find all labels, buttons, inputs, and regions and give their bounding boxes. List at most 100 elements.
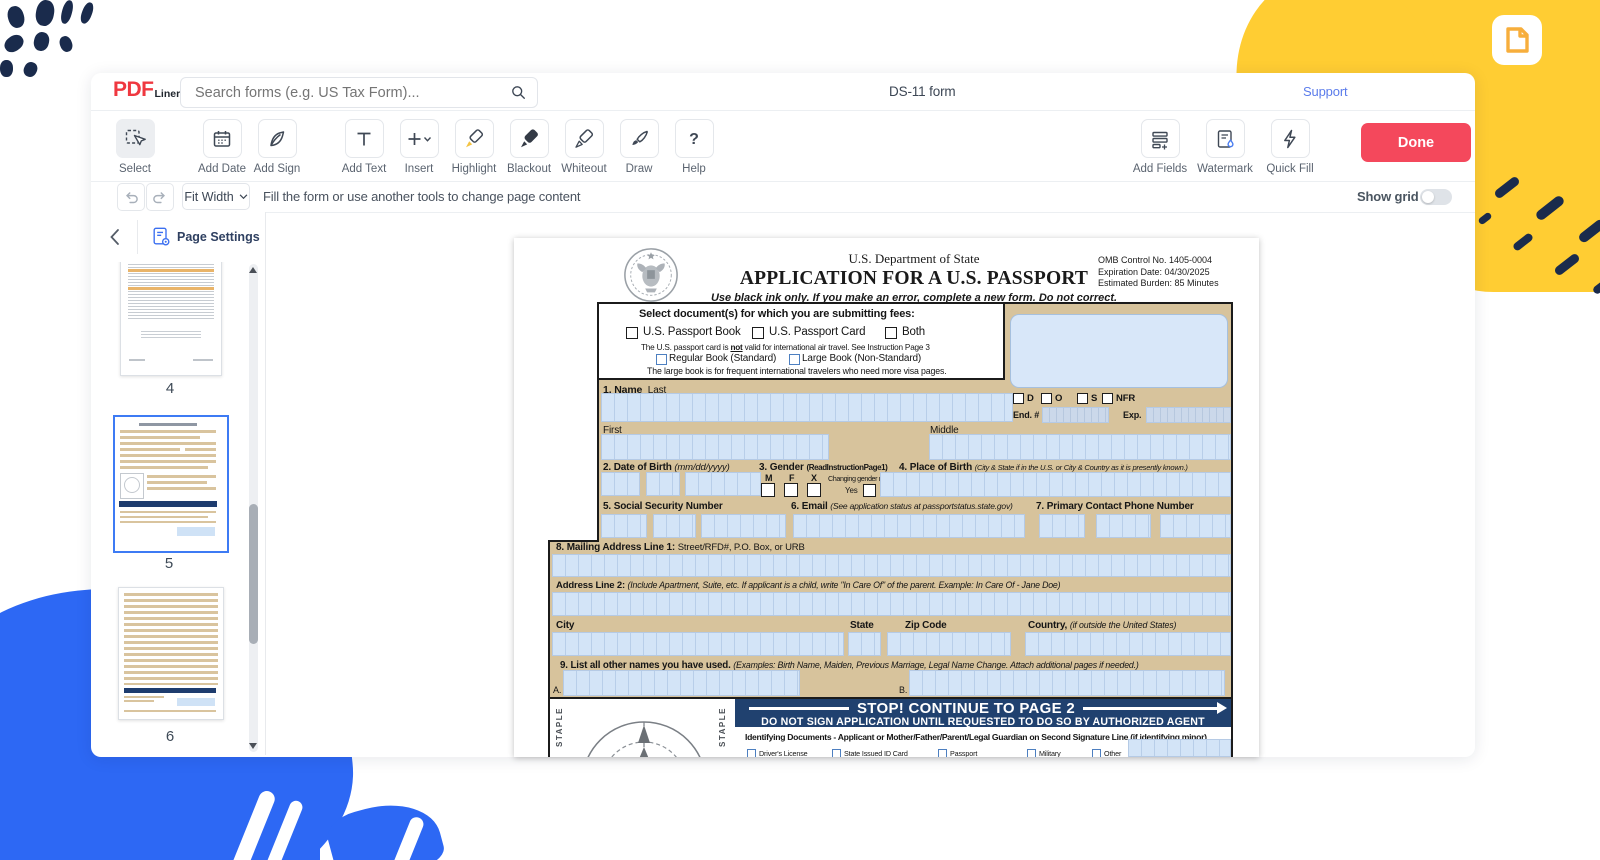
back-chevron-icon[interactable] <box>108 227 121 247</box>
pdfliner-logo[interactable]: PDF Liner <box>113 80 180 100</box>
photo-fill-field[interactable] <box>1010 314 1228 388</box>
name-first-field[interactable] <box>601 434 829 460</box>
dob-day-field[interactable] <box>646 472 680 496</box>
state-id-checkbox[interactable] <box>832 749 841 757</box>
ssn-field-1[interactable] <box>601 514 647 538</box>
undo-button[interactable] <box>117 183 145 211</box>
draw-brush-icon <box>627 127 651 151</box>
other-name-b-field[interactable] <box>909 670 1225 696</box>
sidebar-scrollbar[interactable] <box>249 264 258 752</box>
tool-add-text[interactable]: Add Text <box>337 119 391 175</box>
email-field[interactable] <box>793 514 1025 538</box>
large-book-checkbox[interactable] <box>789 354 800 365</box>
regular-book-checkbox[interactable] <box>656 354 667 365</box>
tool-add-sign[interactable]: Add Sign <box>250 119 304 175</box>
passport-id-checkbox[interactable] <box>938 749 947 757</box>
name-last-field[interactable] <box>601 393 1013 422</box>
phone-field-3[interactable] <box>1160 514 1231 538</box>
document-page: U.S. Department of State APPLICATION FOR… <box>514 238 1259 757</box>
place-of-birth-field[interactable] <box>880 472 1231 497</box>
military-checkbox[interactable] <box>1027 749 1036 757</box>
changing-marker-yes-checkbox[interactable] <box>863 484 876 497</box>
passport-book-checkbox[interactable] <box>626 327 638 339</box>
nfr-checkbox[interactable] <box>1102 393 1113 404</box>
scrollbar-thumb[interactable] <box>249 504 258 644</box>
other-id-checkbox[interactable] <box>1092 749 1101 757</box>
zoom-select[interactable]: Fit Width <box>182 183 250 210</box>
gender-f-checkbox[interactable] <box>784 483 798 497</box>
state-label: State <box>850 620 874 631</box>
tool-add-fields[interactable]: Add Fields <box>1130 119 1190 175</box>
watermark-icon <box>1213 127 1237 151</box>
scroll-down-arrow[interactable] <box>249 743 257 749</box>
tool-whiteout[interactable]: Whiteout <box>557 119 611 175</box>
fee-selection-box: Select document(s) for which you are sub… <box>599 304 1005 380</box>
insert-plus-icon <box>405 127 433 151</box>
name-middle-field[interactable] <box>929 434 1231 460</box>
state-field[interactable] <box>848 632 881 656</box>
phone-field-1[interactable] <box>1039 514 1085 538</box>
tool-label: Add Fields <box>1133 163 1187 175</box>
s-checkbox[interactable] <box>1077 393 1088 404</box>
tool-label: Draw <box>626 163 653 175</box>
zip-field[interactable] <box>887 632 1011 656</box>
passport-card-checkbox[interactable] <box>752 327 764 339</box>
drivers-license-checkbox[interactable] <box>747 749 756 757</box>
page-thumbnail-4[interactable] <box>120 250 222 376</box>
exp-field[interactable] <box>1146 407 1231 423</box>
d-checkbox[interactable] <box>1013 393 1024 404</box>
o-checkbox[interactable] <box>1041 393 1052 404</box>
tool-label: Select <box>119 163 151 175</box>
tool-highlight[interactable]: Highlight <box>447 119 501 175</box>
tool-watermark[interactable]: Watermark <box>1195 119 1255 175</box>
both-checkbox[interactable] <box>885 327 897 339</box>
page-thumbnail-5[interactable] <box>113 415 229 553</box>
s3-label: 3. Gender (ReadInstructionPage1) <box>759 462 887 473</box>
tool-label: Watermark <box>1197 163 1253 175</box>
tool-label: Quick Fill <box>1266 163 1313 175</box>
gender-m-label: M <box>765 473 772 483</box>
banner-arrow <box>1217 702 1227 714</box>
end-label: End. # <box>1013 410 1039 420</box>
tool-blackout[interactable]: Blackout <box>502 119 556 175</box>
s9-b-label: B. <box>899 685 907 695</box>
dob-year-field[interactable] <box>685 472 761 496</box>
search-icon[interactable] <box>510 84 527 101</box>
page-thumbnail-6[interactable] <box>118 587 224 720</box>
scroll-up-arrow[interactable] <box>249 267 257 273</box>
tool-insert[interactable]: Insert <box>392 119 446 175</box>
regular-book-label: Regular Book (Standard) <box>669 353 776 364</box>
redo-button[interactable] <box>146 183 174 211</box>
address-line1-field[interactable] <box>552 554 1231 577</box>
tool-quick-fill[interactable]: Quick Fill <box>1260 119 1320 175</box>
dob-month-field[interactable] <box>601 472 640 496</box>
toolbar: Select Add Date Add Sign Add Text <box>108 119 722 175</box>
tool-select[interactable]: Select <box>108 119 162 175</box>
country-field[interactable] <box>1025 632 1231 656</box>
state-id-label: State Issued ID Card <box>844 749 908 757</box>
tool-draw[interactable]: Draw <box>612 119 666 175</box>
gender-x-checkbox[interactable] <box>807 483 821 497</box>
gender-m-checkbox[interactable] <box>761 483 775 497</box>
tool-add-date[interactable]: Add Date <box>195 119 249 175</box>
city-field[interactable] <box>552 632 844 656</box>
identifying-other-field[interactable] <box>1128 739 1231 757</box>
address-line2-field[interactable] <box>552 592 1231 616</box>
end-number-field[interactable] <box>1042 407 1109 423</box>
tool-help[interactable]: ? Help <box>667 119 721 175</box>
blackout-brush-icon <box>517 127 541 151</box>
phone-field-2[interactable] <box>1096 514 1151 538</box>
undo-icon <box>122 188 140 206</box>
support-link[interactable]: Support <box>1303 84 1347 99</box>
show-grid-toggle[interactable] <box>1420 189 1452 205</box>
ssn-field-2[interactable] <box>653 514 696 538</box>
signature-pen-icon <box>265 127 289 151</box>
card-note: The U.S. passport card is not valid for … <box>641 343 930 352</box>
done-button[interactable]: Done <box>1361 123 1471 162</box>
document-title: DS-11 form <box>889 84 956 99</box>
pdfliner-badge <box>1492 15 1542 65</box>
other-name-a-field[interactable] <box>563 670 800 696</box>
search-input[interactable] <box>193 78 497 107</box>
page-settings-button[interactable]: Page Settings <box>151 226 260 248</box>
ssn-field-3[interactable] <box>701 514 786 538</box>
